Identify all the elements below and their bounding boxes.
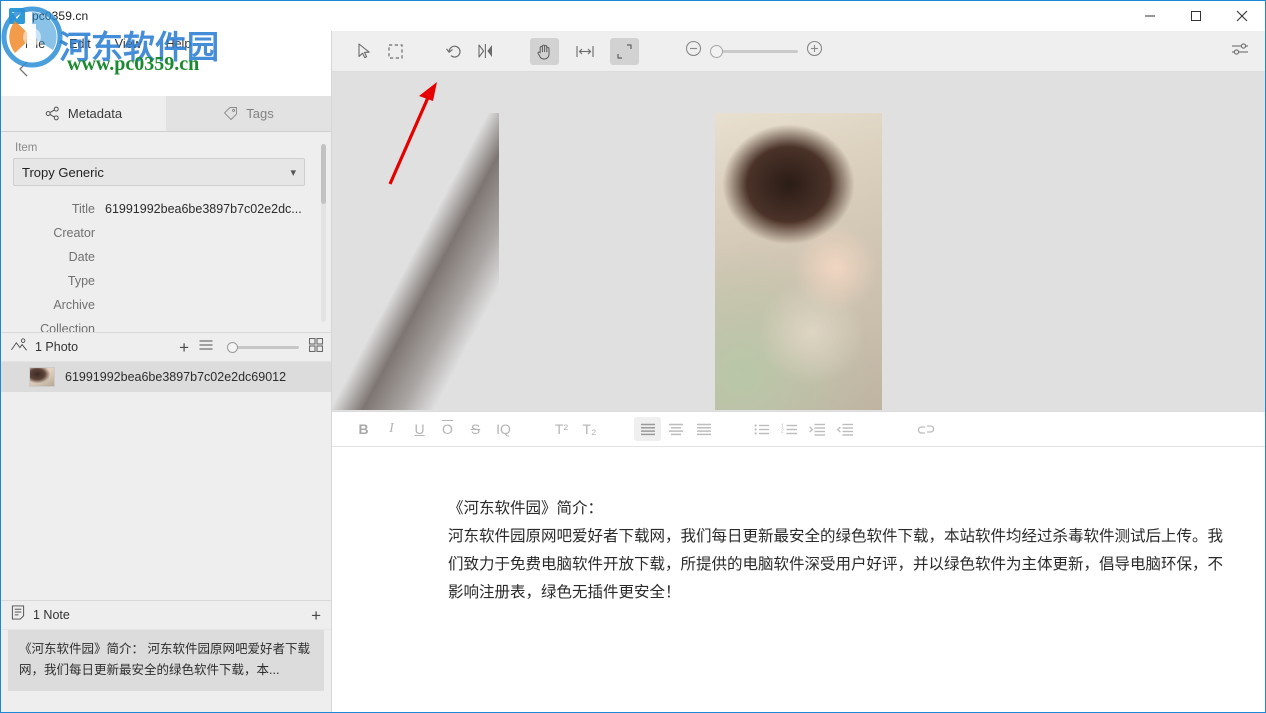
photos-count-label: 1 Photo	[35, 340, 78, 354]
zoom-out-button[interactable]	[685, 40, 702, 62]
metadata-row[interactable]: Date	[13, 245, 313, 269]
menu-file[interactable]: File	[23, 35, 47, 53]
tab-tags-label: Tags	[246, 106, 273, 121]
underline-button[interactable]: U	[406, 417, 433, 441]
overline-button[interactable]: O	[434, 417, 461, 441]
note-heading: 《河东软件园》简介：	[448, 495, 1225, 523]
menu-bar: File Edit View Help	[1, 31, 331, 57]
pan-tool[interactable]	[530, 38, 559, 65]
notes-section: 1 Note + 《河东软件园》简介： 河东软件园原网吧爱好者下载网，我们每日更…	[1, 600, 331, 712]
share-nodes-icon	[45, 106, 60, 121]
photo-list: 61991992bea6be3897b7c02e2dc69012	[1, 362, 331, 577]
outdent-button[interactable]	[832, 417, 859, 441]
indent-button[interactable]	[804, 417, 831, 441]
align-right-button[interactable]	[690, 417, 717, 441]
item-template-value: Tropy Generic	[22, 165, 104, 180]
tab-tags[interactable]: Tags	[166, 96, 331, 131]
window-title: pc0359.cn	[32, 9, 88, 23]
tropy-window: pc0359.cn File Edit View Help	[0, 0, 1266, 713]
zoom-control	[685, 40, 823, 62]
menu-edit[interactable]: Edit	[67, 35, 93, 53]
metadata-row[interactable]: Collection	[13, 317, 313, 332]
field-label: Title	[13, 202, 105, 216]
note-editor[interactable]: 《河东软件园》简介： 河东软件园原网吧爱好者下载网，我们每日更新最安全的绿色软件…	[332, 447, 1265, 713]
viewer-toolbar	[332, 31, 1265, 72]
notes-section-header: 1 Note +	[1, 600, 331, 630]
sliders-icon[interactable]	[1231, 41, 1249, 62]
rotate-tool[interactable]	[440, 38, 469, 65]
metadata-field-list: Title 61991992bea6be3897b7c02e2dc... Cre…	[13, 197, 313, 332]
note-body-text: 河东软件园原网吧爱好者下载网，我们每日更新最安全的绿色软件下载，本站软件均经过杀…	[448, 523, 1225, 607]
photo-thumbnail	[29, 367, 55, 387]
sidebar-tabs: Metadata Tags	[1, 96, 331, 132]
field-label: Creator	[13, 226, 105, 240]
quote-button[interactable]: IQ	[490, 417, 517, 441]
note-format-toolbar: B I U O S IQ T² T₂	[332, 411, 1265, 447]
image-canvas[interactable]	[332, 72, 1265, 411]
menu-view[interactable]: View	[113, 35, 144, 53]
metadata-row[interactable]: Title 61991992bea6be3897b7c02e2dc...	[13, 197, 313, 221]
grid-view-icon[interactable]	[309, 338, 323, 357]
align-center-button[interactable]	[662, 417, 689, 441]
strikethrough-button[interactable]: S	[462, 417, 489, 441]
numbered-list-button[interactable]: 1 2	[776, 417, 803, 441]
metadata-panel: Item Tropy Generic ▾ Title 61991992bea6b…	[1, 132, 331, 332]
title-bar: pc0359.cn	[1, 1, 1265, 31]
bold-button[interactable]: B	[350, 417, 377, 441]
photos-section-header: 1 Photo +	[1, 332, 331, 362]
main-pane: B I U O S IQ T² T₂	[332, 31, 1265, 712]
list-view-icon[interactable]	[199, 338, 213, 356]
svg-text:2: 2	[781, 428, 784, 434]
tag-icon	[223, 106, 238, 121]
metadata-row[interactable]: Archive	[13, 293, 313, 317]
note-icon	[11, 605, 25, 625]
menu-help[interactable]: Help	[164, 35, 194, 53]
zoom-slider[interactable]	[710, 44, 798, 58]
select-arrow-tool[interactable]	[350, 38, 379, 65]
mirror-tool[interactable]	[471, 38, 500, 65]
maximize-button[interactable]	[1173, 1, 1219, 31]
photo-name: 61991992bea6be3897b7c02e2dc69012	[65, 370, 286, 384]
thumbnail-size-slider[interactable]	[223, 340, 299, 354]
back-button[interactable]	[17, 59, 31, 84]
bullet-list-button[interactable]	[748, 417, 775, 441]
close-button[interactable]	[1219, 1, 1265, 31]
field-label: Type	[13, 274, 105, 288]
tab-metadata-label: Metadata	[68, 106, 122, 121]
window-controls	[1127, 1, 1265, 31]
tab-metadata[interactable]: Metadata	[1, 96, 166, 131]
field-label: Date	[13, 250, 105, 264]
chevron-down-icon: ▾	[290, 166, 296, 179]
fit-width-tool[interactable]	[570, 38, 599, 65]
superscript-button[interactable]: T²	[548, 417, 575, 441]
left-sidebar: Metadata Tags Item Tropy Generic ▾	[1, 31, 332, 712]
field-label: Collection	[13, 322, 105, 332]
photo-preview[interactable]	[715, 113, 882, 410]
zoom-in-button[interactable]	[806, 40, 823, 62]
field-value[interactable]: 61991992bea6be3897b7c02e2dc...	[105, 202, 302, 216]
app-logo-icon	[9, 8, 25, 24]
marquee-select-tool[interactable]	[381, 38, 410, 65]
minimize-button[interactable]	[1127, 1, 1173, 31]
metadata-row[interactable]: Creator	[13, 221, 313, 245]
note-list: 《河东软件园》简介： 河东软件园原网吧爱好者下载网，我们每日更新最安全的绿色软件…	[1, 630, 331, 712]
photo-icon	[11, 338, 27, 357]
item-label: Item	[15, 142, 313, 154]
subscript-button[interactable]: T₂	[576, 417, 603, 441]
italic-button[interactable]: I	[378, 417, 405, 441]
list-item[interactable]: 《河东软件园》简介： 河东软件园原网吧爱好者下载网，我们每日更新最安全的绿色软件…	[8, 630, 324, 691]
add-photo-button[interactable]: +	[179, 339, 189, 356]
list-item[interactable]: 61991992bea6be3897b7c02e2dc69012	[1, 362, 331, 392]
add-note-button[interactable]: +	[311, 607, 321, 624]
fit-screen-tool[interactable]	[610, 38, 639, 65]
notes-count-label: 1 Note	[33, 608, 70, 622]
link-button[interactable]	[912, 417, 939, 441]
metadata-row[interactable]: Type	[13, 269, 313, 293]
metadata-scrollbar[interactable]	[321, 144, 326, 322]
item-template-select[interactable]: Tropy Generic ▾	[13, 158, 305, 186]
align-left-button[interactable]	[634, 417, 661, 441]
field-label: Archive	[13, 298, 105, 312]
